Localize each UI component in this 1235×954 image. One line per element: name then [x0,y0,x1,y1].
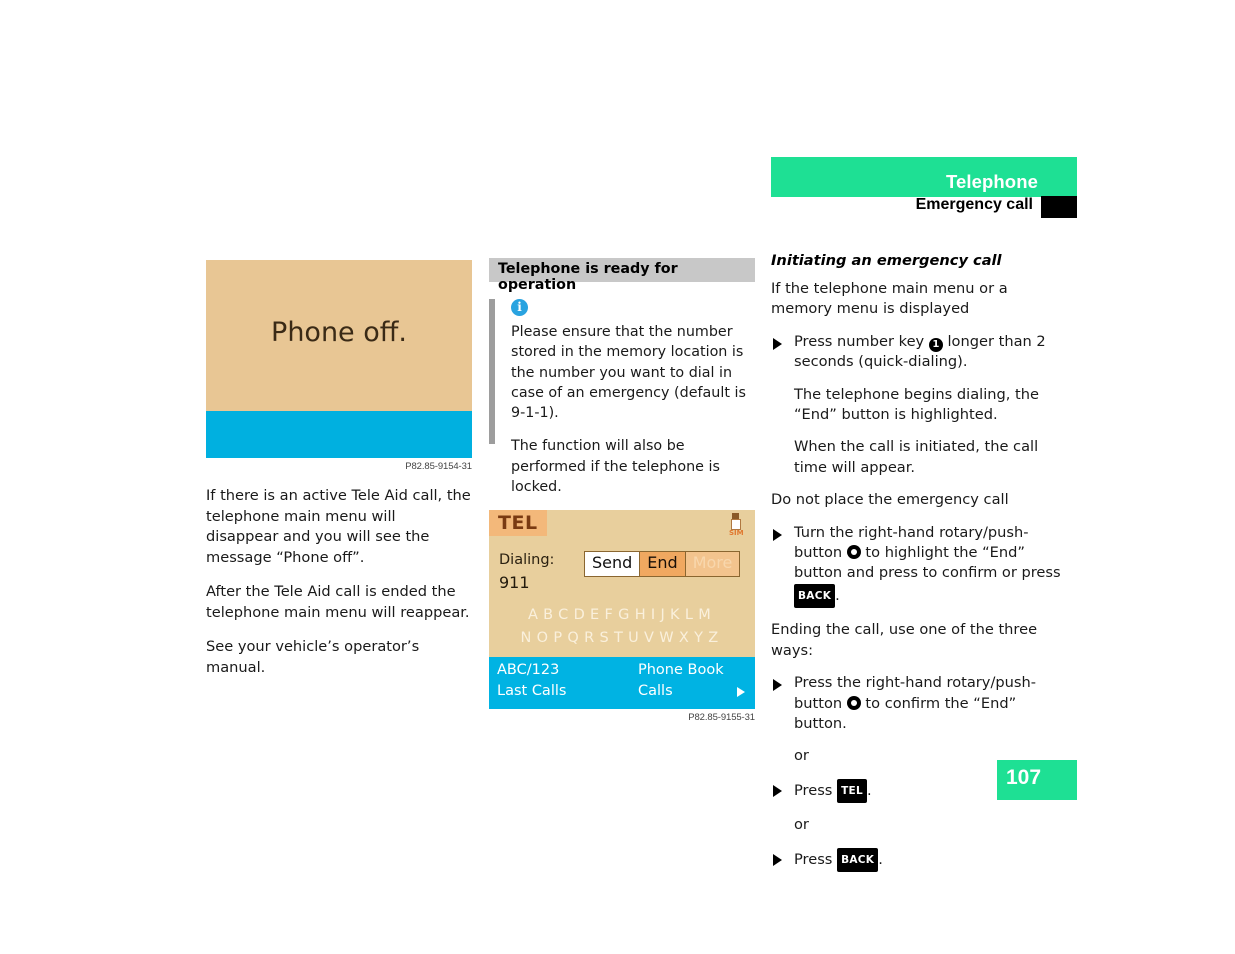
back-key-icon: BACK [837,847,879,872]
step5-prefix: Press [794,850,833,868]
step4-prefix: Press [794,781,833,799]
signal-battery-icon: SIM [729,513,745,539]
topic-header: Emergency call [771,196,1077,219]
rotary-push-button-icon [846,695,861,710]
menu-calls[interactable]: Calls [638,683,673,699]
alphabet-row-2: NOPQRSTUVWXYZ [520,630,724,647]
number-key-1-icon: 1 [928,337,943,352]
rotary-push-button-icon [846,545,861,560]
right-intro-paragraph: If the telephone main menu or a memory m… [771,280,1008,318]
end-button[interactable]: End [640,552,686,577]
note-paragraph-1: Please ensure that the number stored in … [511,324,746,422]
alphabet-row-1: ABCDEFGHIJKLM [527,607,717,624]
step-press-number-key: Press number key 1 longer than 2 seconds… [771,332,1061,373]
result-paragraph-2: When the call is initiated, the call tim… [794,438,1039,476]
middle-column: Telephone is ready for operation i Pleas… [489,258,755,723]
note-block: i Please ensure that the number stored i… [489,299,755,497]
figure-caption-2: P82.85-9155-31 [688,712,755,724]
do-not-place-heading: Do not place the emergency call [771,491,1009,509]
bullet-triangle-icon [773,784,782,797]
step4-period: . [867,781,872,799]
page-number-box: 107 [997,760,1077,800]
info-icon: i [511,299,528,316]
step5-text: Press BACK. [794,847,883,872]
bullet-triangle-icon [773,679,782,692]
figure-caption-1: P82.85-9154-31 [405,461,472,472]
sim-status-label: SIM [729,529,744,538]
step4-text: Press TEL. [794,778,872,804]
step3-text: Press the right-hand rotary/push-button … [794,674,1036,732]
chevron-right-icon [737,687,745,698]
note-side-bar [489,299,495,444]
step-end-via-rotary: Press the right-hand rotary/push-button … [771,673,1061,734]
right-subheading: Initiating an emergency call [771,252,1002,269]
step2-text: Turn the right-hand rotary/push-button t… [794,524,1061,609]
left-paragraph-1: If there is an active Tele Aid call, the… [206,487,471,566]
tel-bottom-menu: ABC/123 Last Calls Phone Book Calls [489,657,755,710]
ending-call-heading: Ending the call, use one of the three wa… [771,621,1038,659]
menu-last-calls[interactable]: Last Calls [497,683,566,699]
figure-phone-off-display: Phone off. [206,260,472,458]
step5-period: . [878,850,883,868]
step1-prefix: Press number key [794,332,925,350]
result-paragraph-1: The telephone begins dialing, the “End” … [794,385,1039,424]
phone-off-message: Phone off. [271,317,407,348]
bullet-triangle-icon [773,853,782,866]
tel-key-icon: TEL [837,778,867,804]
section-header-bar: Telephone [771,157,1077,197]
figure-tel-display: TEL SIM Dialing: 911 Send End More ABCDE… [489,510,755,710]
dialing-number: 911 [499,573,530,593]
send-button[interactable]: Send [585,552,641,577]
display-bottom-bar [206,411,472,458]
subsection-heading: Telephone is ready for operation [489,258,755,293]
left-paragraph-3: See your vehicle’s operator’s manual. [206,638,420,676]
call-button-row: Send End More [584,551,741,578]
dialing-label: Dialing: [499,552,555,569]
step-press-back: Press BACK. [771,847,1061,872]
chapter-thumb-tab [1041,196,1077,218]
left-paragraph-2: After the Tele Aid call is ended the tel… [206,583,470,621]
page-number: 107 [1006,766,1042,789]
or-label-2: or [794,816,809,834]
more-button[interactable]: More [685,552,740,577]
tel-badge-label: TEL [498,512,538,535]
step2-period: . [835,586,840,604]
menu-abc-123[interactable]: ABC/123 [497,662,559,678]
left-column: Phone off. P82.85-9154-31 If there is an… [206,260,472,692]
back-key-icon: BACK [794,583,836,609]
note-paragraph-2: The function will also be performed if t… [511,438,720,496]
bullet-triangle-icon [773,528,782,541]
step1-text: Press number key 1 longer than 2 seconds… [794,333,1046,370]
topic-title: Emergency call [915,196,1033,213]
bullet-triangle-icon [773,337,782,350]
step-cancel-call: Turn the right-hand rotary/push-button t… [771,523,1061,609]
menu-phone-book[interactable]: Phone Book [638,662,724,678]
section-title: Telephone [945,171,1038,192]
tel-mode-badge: TEL [489,510,547,537]
